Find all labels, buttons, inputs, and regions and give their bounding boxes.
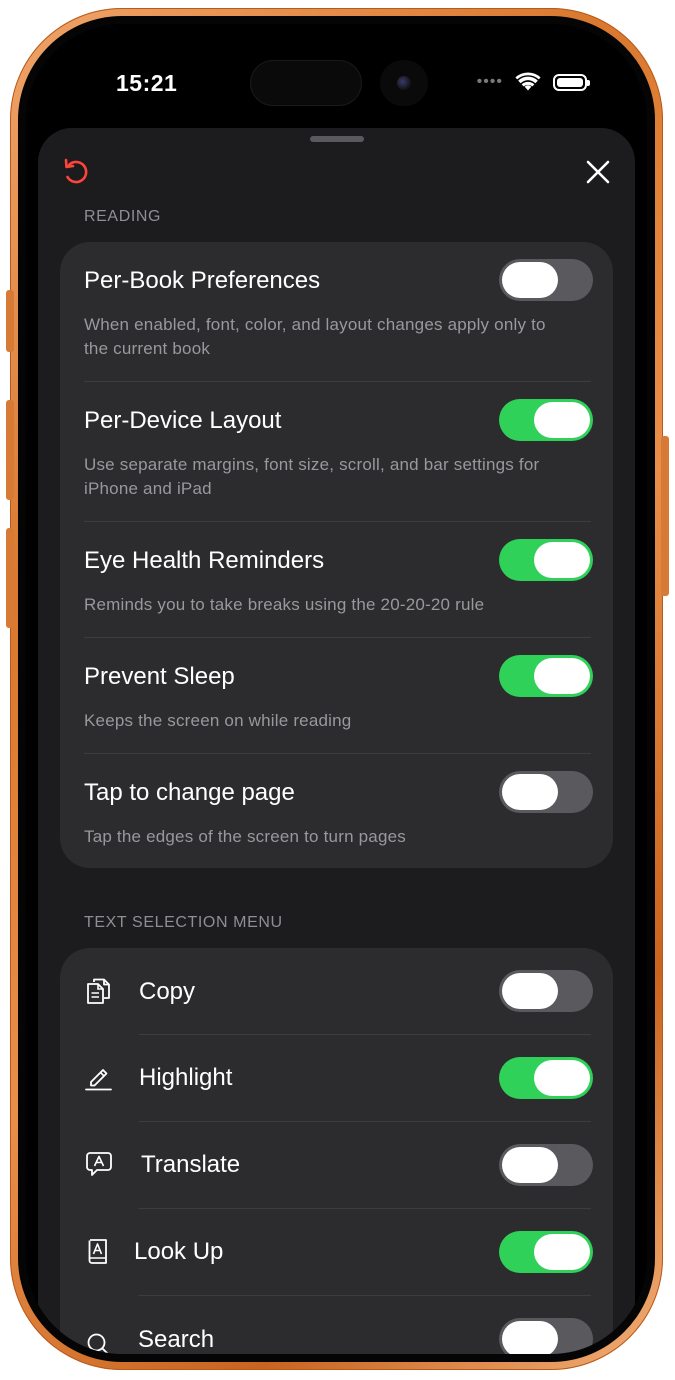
toggle-knob	[502, 973, 558, 1009]
cellular-signal-dots: ••••	[476, 73, 503, 90]
menu-item-copy: Copy	[60, 948, 613, 1034]
setting-title: Eye Health Reminders	[84, 547, 325, 574]
text-selection-section-header: TEXT SELECTION MENU	[84, 914, 283, 931]
highlight-toggle[interactable]	[499, 1057, 593, 1099]
sheet-grabber[interactable]	[310, 136, 364, 142]
toggle-knob	[502, 774, 558, 810]
setting-description: Tap the edges of the screen to turn page…	[84, 827, 406, 846]
toggle-knob	[502, 1147, 558, 1183]
setting-row-per-device-layout: Per-Device Layout Use separate margins, …	[60, 382, 613, 522]
menu-item-label: Look Up	[134, 1238, 224, 1265]
front-camera	[380, 60, 428, 106]
settings-sheet: READING Per-Book Preferences When enable…	[38, 128, 635, 1354]
power-button	[661, 436, 669, 596]
setting-row-per-book-preferences: Per-Book Preferences When enabled, font,…	[60, 242, 613, 382]
setting-title: Prevent Sleep	[84, 663, 235, 690]
setting-title: Per-Device Layout	[84, 407, 282, 434]
menu-item-look-up: Look Up	[60, 1209, 613, 1295]
toggle-knob	[534, 658, 590, 694]
search-toggle[interactable]	[499, 1318, 593, 1354]
highlight-icon	[85, 1069, 112, 1091]
menu-item-label: Highlight	[139, 1064, 233, 1091]
menu-item-label: Copy	[139, 978, 196, 1005]
search-icon	[87, 1333, 110, 1354]
toggle-knob	[534, 402, 590, 438]
reading-section-header: READING	[84, 208, 162, 225]
menu-item-translate: Translate	[60, 1122, 613, 1208]
translate-toggle[interactable]	[499, 1144, 593, 1186]
text-selection-menu-group: Copy Highlight Translate Look Up Search	[60, 948, 613, 1354]
dictionary-icon	[88, 1239, 107, 1264]
menu-item-label: Search	[138, 1326, 215, 1353]
setting-row-eye-health-reminders: Eye Health Reminders Reminds you to take…	[60, 522, 613, 638]
reset-icon[interactable]	[58, 154, 94, 190]
setting-description: Reminds you to take breaks using the 20-…	[84, 595, 485, 614]
dynamic-island	[250, 60, 362, 106]
setting-description: Keeps the screen on while reading	[84, 711, 352, 730]
status-time: 15:21	[116, 70, 178, 96]
per-book-preferences-toggle[interactable]	[499, 259, 593, 301]
per-device-layout-toggle[interactable]	[499, 399, 593, 441]
toggle-knob	[502, 1321, 558, 1354]
setting-row-prevent-sleep: Prevent Sleep Keeps the screen on while …	[60, 638, 613, 754]
look-up-toggle[interactable]	[499, 1231, 593, 1273]
reading-settings-group: Per-Book Preferences When enabled, font,…	[60, 242, 613, 868]
action-button	[6, 290, 14, 352]
translate-icon	[86, 1152, 112, 1176]
setting-title: Tap to change page	[84, 779, 295, 806]
close-icon[interactable]	[580, 154, 616, 190]
status-indicators: ••••	[476, 72, 590, 92]
battery-icon	[553, 73, 590, 91]
volume-up-button	[6, 400, 14, 500]
toggle-knob	[534, 1234, 590, 1270]
prevent-sleep-toggle[interactable]	[499, 655, 593, 697]
copy-toggle[interactable]	[499, 970, 593, 1012]
setting-title: Per-Book Preferences	[84, 267, 321, 294]
phone-screen: 15:21 •••• READING Per-Book Preferences …	[26, 24, 647, 1354]
copy-icon	[87, 978, 110, 1004]
menu-item-label: Translate	[141, 1151, 241, 1178]
toggle-knob	[534, 1060, 590, 1096]
eye-health-reminders-toggle[interactable]	[499, 539, 593, 581]
menu-item-highlight: Highlight	[60, 1035, 613, 1121]
toggle-knob	[534, 542, 590, 578]
toggle-knob	[502, 262, 558, 298]
setting-row-tap-to-change-page: Tap to change page Tap the edges of the …	[60, 754, 613, 868]
setting-description: Use separate margins, font size, scroll,…	[84, 455, 540, 498]
setting-description: When enabled, font, color, and layout ch…	[84, 315, 546, 358]
menu-item-search: Search	[60, 1296, 613, 1354]
tap-to-change-page-toggle[interactable]	[499, 771, 593, 813]
volume-down-button	[6, 528, 14, 628]
wifi-icon	[515, 72, 541, 91]
